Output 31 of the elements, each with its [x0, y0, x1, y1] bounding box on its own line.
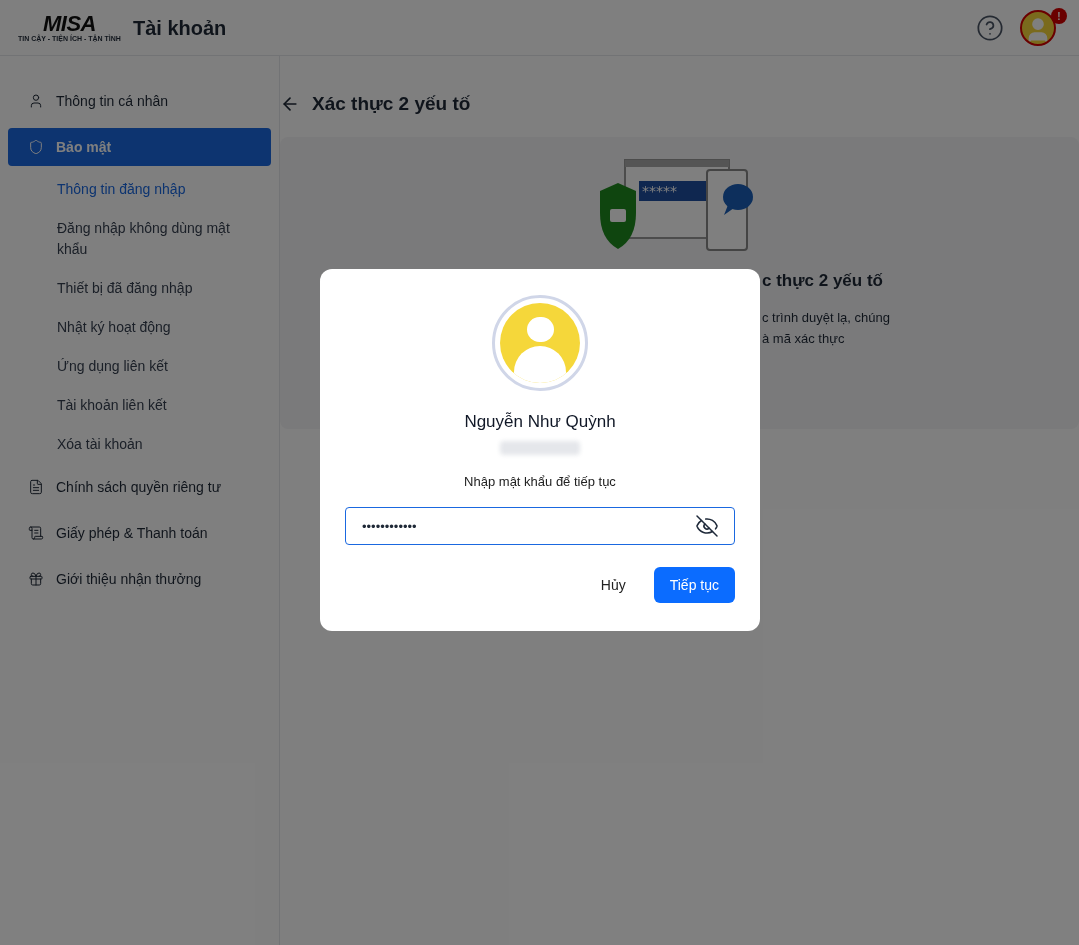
password-field[interactable]: ••••••••••••	[345, 507, 735, 545]
notification-badge: !	[1051, 8, 1067, 24]
sidebar-subitem[interactable]: Xóa tài khoản	[8, 425, 271, 464]
user-name: Nguyễn Như Quỳnh	[464, 411, 616, 433]
sidebar-item[interactable]: Thông tin cá nhân	[8, 82, 271, 120]
sidebar-item[interactable]: Bảo mật	[8, 128, 271, 166]
card-text: c trình duyệt lạ, chúng	[762, 309, 891, 327]
document-icon	[28, 479, 44, 495]
card-heading: c thực 2 yếu tố	[762, 269, 884, 292]
license-icon	[28, 525, 44, 541]
sidebar-item[interactable]: Chính sách quyền riêng tư	[8, 468, 271, 506]
password-prompt: Nhập mật khẩu để tiếp tục	[464, 472, 616, 491]
sidebar-subitem[interactable]: Ứng dụng liên kết	[8, 347, 271, 386]
sidebar-subitem[interactable]: Thiết bị đã đăng nhập	[8, 269, 271, 308]
shield-icon	[28, 139, 44, 155]
help-icon[interactable]	[976, 13, 1004, 42]
user-avatar[interactable]	[1020, 9, 1056, 46]
eye-off-icon[interactable]	[695, 514, 719, 538]
continue-button[interactable]: Tiếp tục	[653, 567, 735, 603]
gift-icon	[28, 571, 44, 587]
sidebar-subitem[interactable]: Đăng nhập không dùng mật khẩu	[8, 209, 271, 269]
sidebar-subitem[interactable]: Thông tin đăng nhập	[8, 170, 271, 209]
cancel-button[interactable]: Hủy	[600, 567, 626, 603]
sidebar-item[interactable]: Giới thiệu nhận thưởng	[8, 560, 271, 598]
app-title: Tài khoản	[132, 15, 227, 41]
sidebar-subitem[interactable]: Tài khoản liên kết	[8, 386, 271, 425]
person-icon	[28, 93, 44, 109]
card-text: à mã xác thực	[762, 330, 846, 348]
page-title: Xác thực 2 yếu tố	[312, 92, 471, 116]
sidebar-item[interactable]: Giấy phép & Thanh toán	[8, 514, 271, 552]
sidebar-subitem[interactable]: Nhật ký hoạt động	[8, 308, 271, 347]
